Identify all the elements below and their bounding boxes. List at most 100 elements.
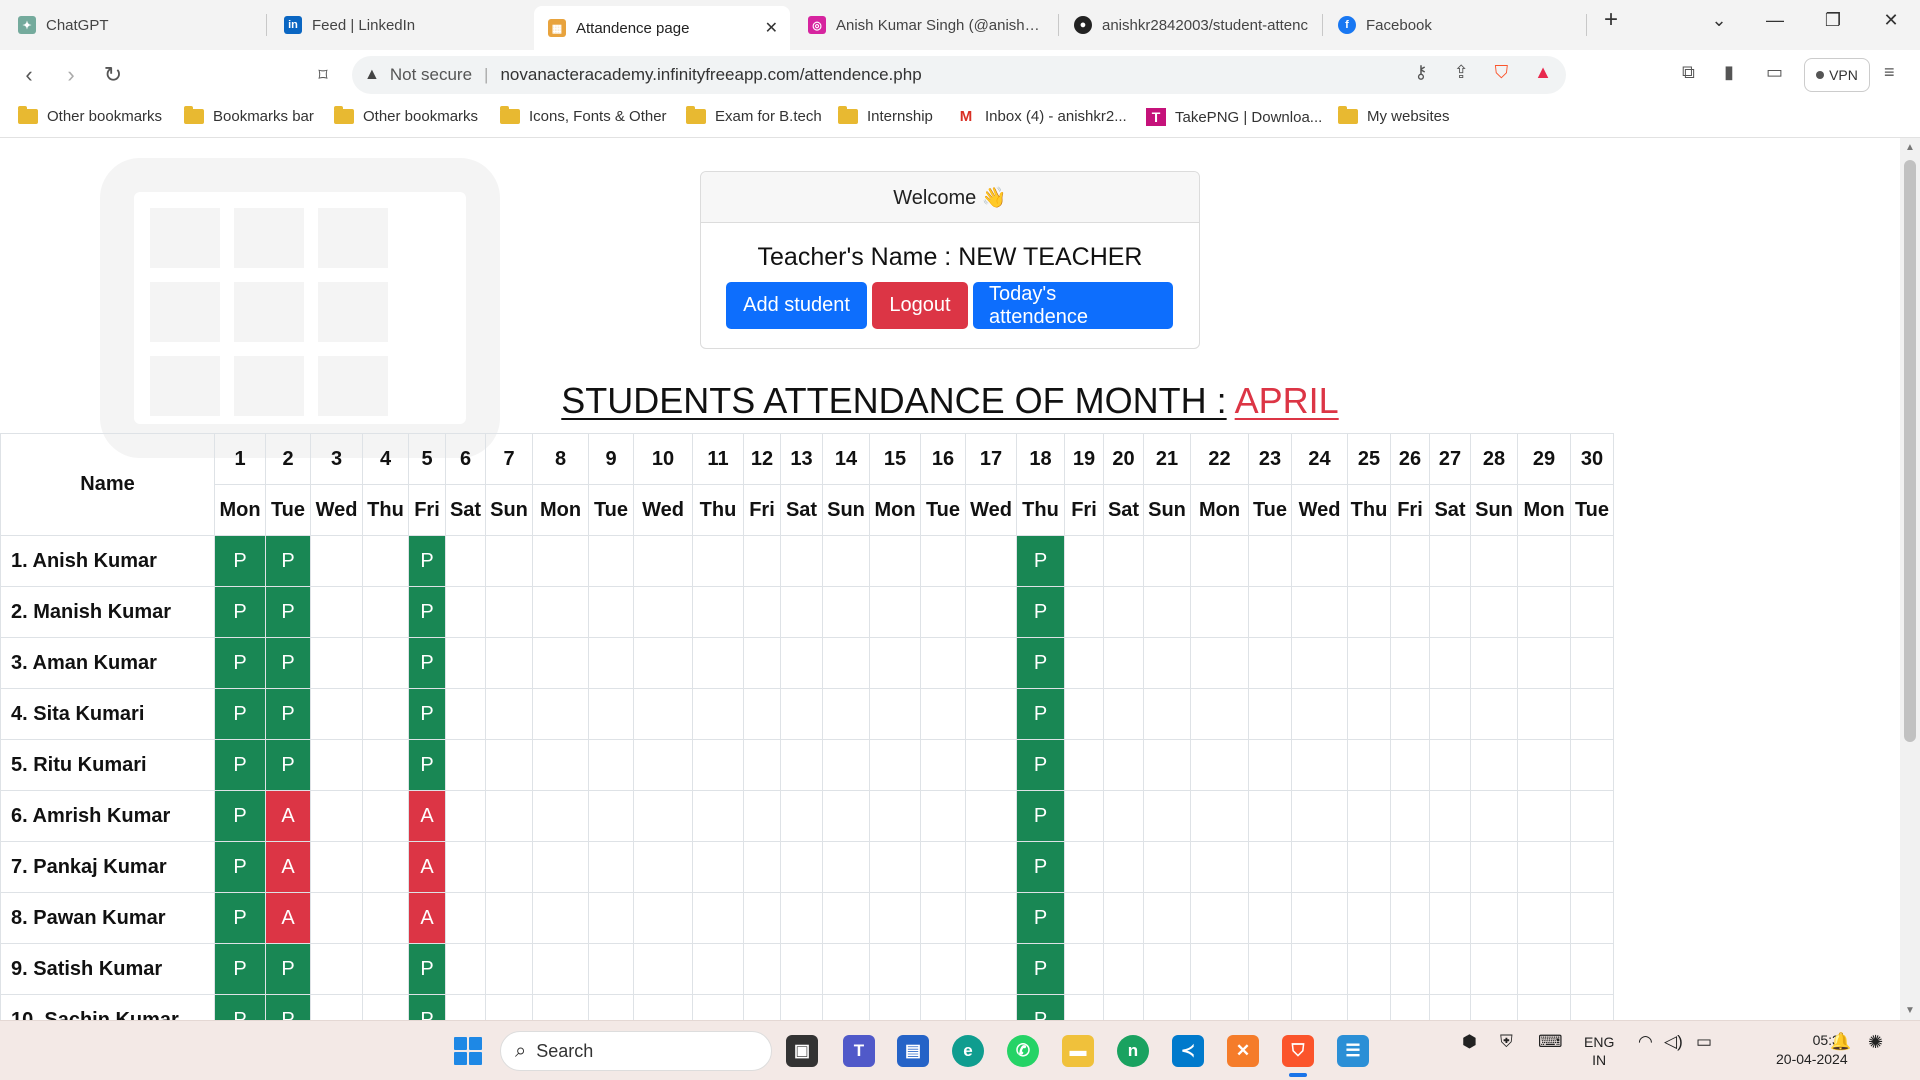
attendance-cell <box>1390 790 1430 842</box>
brave-rewards-icon[interactable]: ▲ <box>1534 62 1552 83</box>
language-indicator[interactable]: ENG IN <box>1584 1033 1614 1069</box>
copilot-icon[interactable]: ✺ <box>1868 1033 1883 1051</box>
attendance-cell <box>310 688 363 740</box>
teams-tray-icon[interactable]: ⬢ <box>1462 1033 1477 1051</box>
attendance-cell <box>1429 943 1471 995</box>
attendance-cell <box>588 535 634 587</box>
day-number-header: 1 <box>214 433 266 485</box>
tab-chatgpt[interactable]: ✦ ChatGPT <box>4 4 266 46</box>
notification-bell-icon[interactable]: 🔔 <box>1830 1033 1851 1051</box>
back-icon[interactable]: ‹ <box>14 62 44 88</box>
share-icon[interactable]: ⇪ <box>1454 62 1469 83</box>
attendance-cell <box>1429 790 1471 842</box>
attendance-cell <box>965 586 1017 638</box>
store-icon[interactable]: ▤ <box>897 1035 929 1067</box>
wallet-icon[interactable]: ▭ <box>1766 62 1783 83</box>
attendance-cell <box>692 943 744 995</box>
attendance-cell <box>1103 994 1144 1020</box>
add-student-button[interactable]: Add student <box>726 282 867 329</box>
new-tab-icon[interactable]: + <box>1596 6 1626 34</box>
wifi-icon[interactable]: ◠ <box>1638 1033 1653 1051</box>
page-scrollbar[interactable]: ▲ ▼ <box>1900 138 1920 1020</box>
restore-icon[interactable]: ❐ <box>1818 10 1848 31</box>
tab-linkedin[interactable]: in Feed | LinkedIn <box>270 4 532 46</box>
bookmark-page-icon[interactable]: ⌑ <box>308 62 338 88</box>
teams-icon[interactable]: T <box>843 1035 875 1067</box>
bookmark-item[interactable]: Other bookmarks <box>18 106 162 125</box>
attendance-cell <box>869 892 921 944</box>
scrollbar-thumb[interactable] <box>1904 160 1916 742</box>
attendance-cell <box>743 841 781 893</box>
day-number-header: 18 <box>1016 433 1065 485</box>
attendance-cell: P <box>1016 994 1065 1020</box>
bookmark-item[interactable]: My websites <box>1338 106 1450 125</box>
attendance-cell <box>1291 739 1348 791</box>
windows-start-icon[interactable] <box>454 1037 482 1065</box>
todays-attendance-button[interactable]: Today's attendence <box>973 282 1173 329</box>
vscode-icon[interactable]: ≺ <box>1172 1035 1204 1067</box>
student-name: 2. Manish Kumar <box>0 586 215 638</box>
app-icon[interactable]: n <box>1117 1035 1149 1067</box>
attendance-cell <box>965 943 1017 995</box>
bookmark-item[interactable]: Exam for B.tech <box>686 106 822 125</box>
month-name: APRIL <box>1234 380 1339 421</box>
minimize-icon[interactable]: — <box>1760 10 1790 31</box>
bookmark-item[interactable]: M Inbox (4) - anishkr2... <box>956 108 1127 125</box>
student-name: 7. Pankaj Kumar <box>0 841 215 893</box>
keyboard-icon[interactable]: ⌨ <box>1538 1033 1563 1051</box>
day-number-header: 22 <box>1190 433 1249 485</box>
whatsapp-icon[interactable]: ✆ <box>1007 1035 1039 1067</box>
password-key-icon[interactable]: ⚷ <box>1414 62 1427 83</box>
weekday-header: Wed <box>1291 484 1348 536</box>
attendance-cell: P <box>214 688 266 740</box>
reload-icon[interactable]: ↻ <box>98 62 128 88</box>
vpn-button[interactable]: VPN <box>1804 58 1870 92</box>
attendance-cell <box>485 739 533 791</box>
attendance-cell <box>1190 994 1249 1020</box>
attendance-cell <box>743 892 781 944</box>
edge-icon[interactable]: e <box>952 1035 984 1067</box>
attendance-cell <box>1064 994 1104 1020</box>
scroll-down-icon[interactable]: ▼ <box>1900 1005 1920 1016</box>
brave-icon[interactable]: ⛉ <box>1282 1035 1314 1067</box>
attendance-cell <box>362 535 409 587</box>
forward-icon[interactable]: › <box>56 62 86 88</box>
taskbar-search[interactable]: ⌕ Search <box>500 1031 772 1071</box>
task-view-icon[interactable]: ▣ <box>786 1035 818 1067</box>
battery-icon[interactable]: ▭ <box>1696 1033 1712 1051</box>
attendance-cell <box>445 841 486 893</box>
scroll-up-icon[interactable]: ▲ <box>1900 142 1920 153</box>
attendance-cell <box>633 739 693 791</box>
bookmark-item[interactable]: T TakePNG | Downloa... <box>1146 108 1322 126</box>
attendance-cell: P <box>214 586 266 638</box>
tab-facebook[interactable]: f Facebook <box>1324 4 1586 46</box>
attendance-cell <box>1470 637 1518 689</box>
notepad-icon[interactable]: ☰ <box>1337 1035 1369 1067</box>
bookmark-item[interactable]: Other bookmarks <box>334 106 478 125</box>
attendance-cell <box>445 688 486 740</box>
close-tab-icon[interactable]: ✕ <box>765 18 778 38</box>
security-tray-icon[interactable]: ⛨ <box>1500 1033 1513 1051</box>
file-explorer-icon[interactable]: ▬ <box>1062 1035 1094 1067</box>
bookmark-item[interactable]: Icons, Fonts & Other <box>500 106 667 125</box>
sidebar-toggle-icon[interactable]: ▮ <box>1724 62 1734 83</box>
menu-icon[interactable]: ≡ <box>1884 62 1895 83</box>
attendance-cell <box>362 688 409 740</box>
attendance-cell <box>532 637 589 689</box>
close-window-icon[interactable]: ✕ <box>1876 10 1906 31</box>
attendance-cell <box>692 688 744 740</box>
tab-search-chevron-icon[interactable]: ⌄ <box>1704 10 1734 31</box>
tab-attendance-page[interactable]: ▦ Attandence page ✕ <box>534 6 790 50</box>
tab-github[interactable]: ● anishkr2842003/student-attenc <box>1060 4 1322 46</box>
folder-icon <box>18 106 38 124</box>
address-bar[interactable]: ▲ Not secure | novanacteracademy.infinit… <box>352 56 1566 94</box>
extensions-icon[interactable]: ⧉ <box>1682 62 1695 83</box>
brave-shield-icon[interactable]: ⛉ <box>1495 62 1509 83</box>
bookmark-item[interactable]: Internship <box>838 106 933 125</box>
attendance-cell <box>485 637 533 689</box>
xampp-icon[interactable]: ✕ <box>1227 1035 1259 1067</box>
tab-instagram[interactable]: ◎ Anish Kumar Singh (@anish_ku <box>794 4 1056 46</box>
volume-icon[interactable]: ◁) <box>1664 1033 1683 1051</box>
bookmark-item[interactable]: Bookmarks bar <box>184 106 314 125</box>
logout-button[interactable]: Logout <box>872 282 968 329</box>
